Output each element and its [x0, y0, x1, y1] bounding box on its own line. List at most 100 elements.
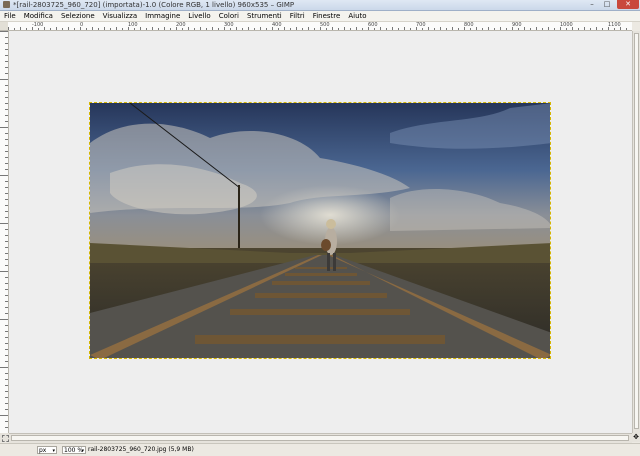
vertical-scroll-thumb[interactable] — [634, 33, 639, 429]
menu-colori[interactable]: Colori — [215, 11, 243, 21]
ruler-tick — [0, 367, 8, 368]
quick-mask-icon — [2, 435, 9, 442]
menu-finestre[interactable]: Finestre — [309, 11, 345, 21]
ruler-tick — [332, 27, 333, 30]
ruler-tick — [74, 28, 75, 30]
menu-immagine[interactable]: Immagine — [141, 11, 184, 21]
ruler-tick — [5, 361, 8, 362]
menu-strumenti[interactable]: Strumenti — [243, 11, 286, 21]
ruler-tick — [44, 27, 45, 30]
ruler-tick — [230, 28, 231, 30]
ruler-tick — [86, 28, 87, 30]
window-title: *[rail-2803725_960_720] (importata)-1.0 … — [13, 1, 295, 9]
ruler-tick — [308, 27, 309, 30]
ruler-tick — [5, 403, 8, 404]
ruler-tick — [5, 37, 8, 38]
ruler-label: 100 — [128, 22, 138, 28]
ruler-tick — [344, 27, 345, 30]
ruler-tick — [5, 229, 8, 230]
horizontal-scrollbar[interactable] — [9, 433, 632, 443]
ruler-tick — [278, 28, 279, 30]
ruler-tick — [260, 27, 261, 30]
ruler-tick — [122, 28, 123, 30]
ruler-tick — [434, 28, 435, 30]
zoom-value: 100 % — [64, 447, 84, 454]
ruler-tick — [38, 28, 39, 30]
ruler-tick — [266, 28, 267, 30]
ruler-tick — [5, 181, 8, 182]
ruler-tick — [5, 139, 8, 140]
ruler-label: 900 — [512, 22, 522, 28]
ruler-tick — [110, 28, 111, 30]
ruler-tick — [0, 415, 8, 416]
ruler-tick — [5, 385, 8, 386]
ruler-tick — [596, 27, 597, 30]
ruler-tick — [5, 169, 8, 170]
title-bar: *[rail-2803725_960_720] (importata)-1.0 … — [0, 0, 640, 11]
ruler-tick — [476, 27, 477, 30]
chevron-down-icon: ▾ — [81, 448, 84, 454]
ruler-tick — [5, 427, 8, 428]
image-canvas[interactable] — [89, 102, 551, 359]
ruler-tick — [5, 343, 8, 344]
ruler-tick — [410, 28, 411, 30]
ruler-label: -100 — [32, 22, 44, 28]
ruler-tick — [590, 28, 591, 30]
ruler-tick — [0, 127, 8, 128]
ruler-tick — [5, 67, 8, 68]
canvas-area[interactable] — [9, 31, 632, 433]
ruler-tick — [8, 27, 9, 30]
ruler-tick — [524, 27, 525, 30]
ruler-tick — [398, 28, 399, 30]
ruler-tick — [5, 379, 8, 380]
ruler-tick — [26, 28, 27, 30]
menu-visualizza[interactable]: Visualizza — [99, 11, 141, 21]
ruler-tick — [212, 27, 213, 30]
ruler-tick — [158, 28, 159, 30]
ruler-tick — [5, 265, 8, 266]
ruler-tick — [296, 27, 297, 30]
ruler-tick — [5, 355, 8, 356]
navigate-icon[interactable]: ✥ — [632, 433, 640, 442]
ruler-tick — [314, 28, 315, 30]
ruler-tick — [5, 151, 8, 152]
ruler-tick — [20, 27, 21, 30]
horizontal-ruler[interactable]: -100 0 100 200 300 400 500 600 700 800 900 1000 1100 — [8, 22, 632, 31]
ruler-tick — [5, 301, 8, 302]
zoom-select[interactable]: 100 % ▾ — [62, 446, 86, 454]
file-info: rail-2803725_960_720.jpg (5,9 MB) — [88, 446, 194, 453]
vertical-ruler[interactable] — [0, 31, 9, 433]
ruler-tick — [374, 28, 375, 30]
minimize-button[interactable]: – — [585, 0, 599, 9]
menu-selezione[interactable]: Selezione — [57, 11, 99, 21]
menu-aiuto[interactable]: Aiuto — [344, 11, 370, 21]
menu-filtri[interactable]: Filtri — [286, 11, 309, 21]
menu-file[interactable]: File — [0, 11, 20, 21]
menu-modifica[interactable]: Modifica — [20, 11, 57, 21]
ruler-tick — [5, 163, 8, 164]
ruler-tick — [284, 27, 285, 30]
ruler-tick — [626, 28, 627, 30]
horizontal-scroll-thumb[interactable] — [11, 435, 629, 441]
unit-select[interactable]: px ▾ — [37, 446, 57, 454]
ruler-tick — [500, 27, 501, 30]
ruler-tick — [248, 27, 249, 30]
menu-livello[interactable]: Livello — [184, 11, 214, 21]
ruler-tick — [506, 28, 507, 30]
ruler-tick — [0, 271, 8, 272]
ruler-tick — [164, 27, 165, 30]
ruler-tick — [152, 27, 153, 30]
ruler-tick — [578, 28, 579, 30]
ruler-tick — [392, 27, 393, 30]
vertical-scrollbar[interactable] — [632, 31, 640, 433]
ruler-label: 0 — [80, 22, 84, 28]
ruler-tick — [5, 187, 8, 188]
close-button[interactable]: ✕ — [617, 0, 639, 9]
ruler-tick — [5, 259, 8, 260]
ruler-tick — [482, 28, 483, 30]
maximize-button[interactable]: □ — [600, 0, 614, 9]
ruler-tick — [5, 253, 8, 254]
ruler-tick — [140, 27, 141, 30]
ruler-tick — [5, 115, 8, 116]
ruler-tick — [380, 27, 381, 30]
